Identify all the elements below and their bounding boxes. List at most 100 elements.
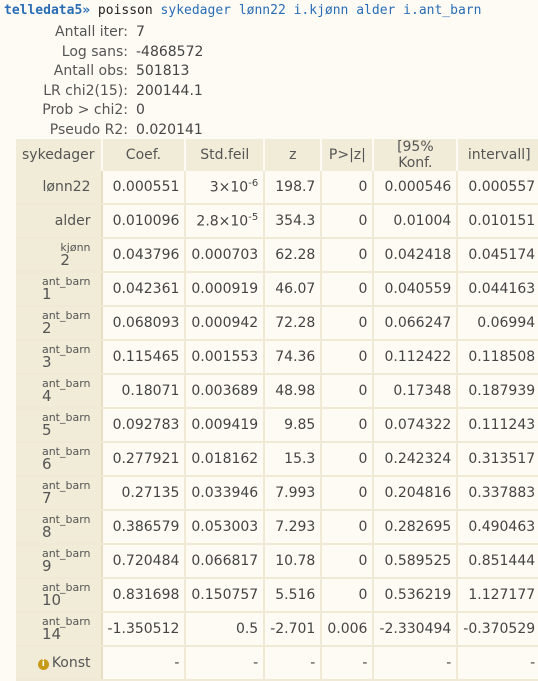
cell-z: 354.3 bbox=[264, 204, 323, 239]
cell-coef: 0.277921 bbox=[101, 442, 187, 477]
cell-stderr: 0.018162 bbox=[185, 442, 266, 477]
cell-stderr: 0.009419 bbox=[185, 408, 266, 443]
row-label: kjønn 2 bbox=[16, 238, 103, 273]
cell-z: 9.85 bbox=[264, 408, 323, 443]
stat-label: Antall obs: bbox=[53, 63, 128, 79]
cell-stderr: 0.001553 bbox=[185, 340, 266, 375]
table-row: kjønn 2 0.043796 0.000703 62.28 0 0.04241… bbox=[16, 238, 538, 273]
cell-coef: 0.068093 bbox=[101, 306, 187, 341]
cell-coef: 0.092783 bbox=[101, 408, 187, 443]
col-header-stderr: Std.feil bbox=[185, 139, 266, 171]
cell-p: 0.006 bbox=[321, 612, 375, 647]
row-label: ant_barn 1 bbox=[16, 272, 103, 307]
cell-coef: 0.000551 bbox=[101, 171, 187, 205]
cell-p: 0 bbox=[321, 476, 375, 511]
cell-ci-high: 0.044163 bbox=[457, 272, 538, 307]
row-label-level: 8 bbox=[41, 522, 52, 541]
table-header-row: sykedager Coef. Std.feil z P>|z| [95% Ko… bbox=[16, 139, 538, 171]
cell-coef: 0.27135 bbox=[101, 476, 187, 511]
cell-p: 0 bbox=[321, 544, 375, 579]
cell-ci-low: 0.282695 bbox=[373, 510, 459, 545]
stderr-exponent: -5 bbox=[248, 212, 259, 224]
cell-p: 0 bbox=[321, 272, 375, 307]
stat-value: 7 bbox=[136, 24, 145, 40]
cell-z: -2.701 bbox=[264, 612, 323, 647]
row-label-level: 2 bbox=[60, 250, 70, 269]
row-label[interactable]: i Konst bbox=[16, 646, 103, 681]
stat-label: Log sans: bbox=[61, 43, 128, 60]
stat-loglik: Log sans: -4868572 bbox=[0, 44, 300, 64]
cell-z: 48.98 bbox=[264, 374, 323, 409]
row-label-level: 1 bbox=[41, 284, 52, 303]
stat-value: 0 bbox=[136, 102, 145, 118]
cell-ci-high: 0.187939 bbox=[457, 374, 538, 409]
cell-stderr: 0.053003 bbox=[185, 510, 266, 545]
table-row: ant_barn 7 0.27135 0.033946 7.993 0 0.204… bbox=[16, 476, 538, 511]
cell-p: 0 bbox=[321, 238, 375, 273]
cell-ci-low: 0.536219 bbox=[373, 578, 459, 613]
cell-z: 74.36 bbox=[264, 340, 323, 375]
cell-coef: 0.720484 bbox=[101, 544, 187, 579]
row-label: lønn22 bbox=[16, 171, 103, 205]
stat-lrchi2: LR chi2(15): 200144.1 bbox=[0, 83, 300, 103]
model-stats: Antall iter: 7 Log sans: -4868572 Antall o… bbox=[0, 24, 300, 141]
coefficient-table: sykedager Coef. Std.feil z P>|z| [95% Ko… bbox=[16, 139, 538, 681]
cell-z: 7.293 bbox=[264, 510, 323, 545]
cell-ci-low: 0.074322 bbox=[373, 408, 459, 443]
cell-ci-low: 0.17348 bbox=[373, 374, 459, 409]
cell-ci-high: 0.06994 bbox=[457, 306, 538, 341]
cell-z: 15.3 bbox=[264, 442, 323, 477]
row-label-text: Konst bbox=[51, 655, 91, 671]
row-label: ant_barn 5 bbox=[16, 408, 103, 443]
stderr-mantissa: 2.8×10 bbox=[196, 213, 249, 230]
stat-value: 0.020141 bbox=[136, 121, 203, 138]
row-label-level: 9 bbox=[41, 556, 52, 575]
row-label: ant_barn 10 bbox=[16, 578, 103, 613]
col-header-z: z bbox=[264, 139, 323, 171]
command-keyword: poisson bbox=[97, 3, 153, 18]
table-row: ant_barn 2 0.068093 0.000942 72.28 0 0.06… bbox=[16, 306, 538, 341]
cell-z: 62.28 bbox=[264, 238, 323, 273]
table-row: ant_barn 5 0.092783 0.009419 9.85 0 0.074… bbox=[16, 408, 538, 443]
cell-ci-high: 0.000557 bbox=[457, 171, 538, 205]
cell-stderr: 0.000942 bbox=[185, 306, 266, 341]
cell-p: 0 bbox=[321, 510, 375, 545]
row-label-level: 3 bbox=[41, 352, 52, 371]
row-label-level: 2 bbox=[41, 318, 52, 337]
command-args: sykedager lønn22 i.kjønn alder i.ant_bar… bbox=[160, 3, 482, 18]
cell-ci-low: 0.589525 bbox=[373, 544, 459, 579]
cell-ci-high: 0.851444 bbox=[457, 544, 538, 579]
row-label-level: 10 bbox=[41, 590, 62, 609]
cell-ci-low: 0.112422 bbox=[373, 340, 459, 375]
cell-ci-low: -2.330494 bbox=[373, 612, 459, 647]
cell-coef: 0.18071 bbox=[101, 374, 187, 409]
stat-value: 501813 bbox=[136, 63, 190, 79]
cell-p: 0 bbox=[321, 204, 375, 239]
cell-p: - bbox=[321, 646, 375, 681]
row-label: ant_barn 3 bbox=[16, 340, 103, 375]
col-header-coef: Coef. bbox=[101, 139, 187, 171]
cell-ci-high: 0.010151 bbox=[457, 204, 538, 239]
info-icon[interactable]: i bbox=[37, 659, 49, 670]
stat-label: LR chi2(15): bbox=[43, 82, 128, 99]
cell-ci-low: 0.000546 bbox=[373, 171, 459, 205]
cell-coef: 0.043796 bbox=[101, 238, 187, 273]
cell-p: 0 bbox=[321, 340, 375, 375]
prompt: telledata5» bbox=[4, 3, 91, 18]
cell-ci-high: 0.111243 bbox=[457, 408, 538, 443]
cell-stderr: 0.000919 bbox=[185, 272, 266, 307]
cell-stderr: 0.003689 bbox=[185, 374, 266, 409]
cell-ci-low: 0.01004 bbox=[373, 204, 459, 239]
cell-stderr: 2.8×10-5 bbox=[185, 204, 266, 239]
cell-coef: 0.115465 bbox=[101, 340, 187, 375]
table-row: ant_barn 3 0.115465 0.001553 74.36 0 0.11… bbox=[16, 340, 538, 375]
table-row: ant_barn 6 0.277921 0.018162 15.3 0 0.242… bbox=[16, 442, 538, 477]
cell-p: 0 bbox=[321, 408, 375, 443]
stat-label: Antall iter: bbox=[55, 24, 128, 40]
cell-stderr: 3×10-6 bbox=[185, 171, 266, 205]
col-header-variable: sykedager bbox=[16, 139, 103, 171]
row-label: ant_barn 14 bbox=[16, 612, 103, 647]
row-label: ant_barn 9 bbox=[16, 544, 103, 579]
table-row: i Konst - - - - - - bbox=[16, 646, 538, 681]
cell-stderr: 0.066817 bbox=[185, 544, 266, 579]
